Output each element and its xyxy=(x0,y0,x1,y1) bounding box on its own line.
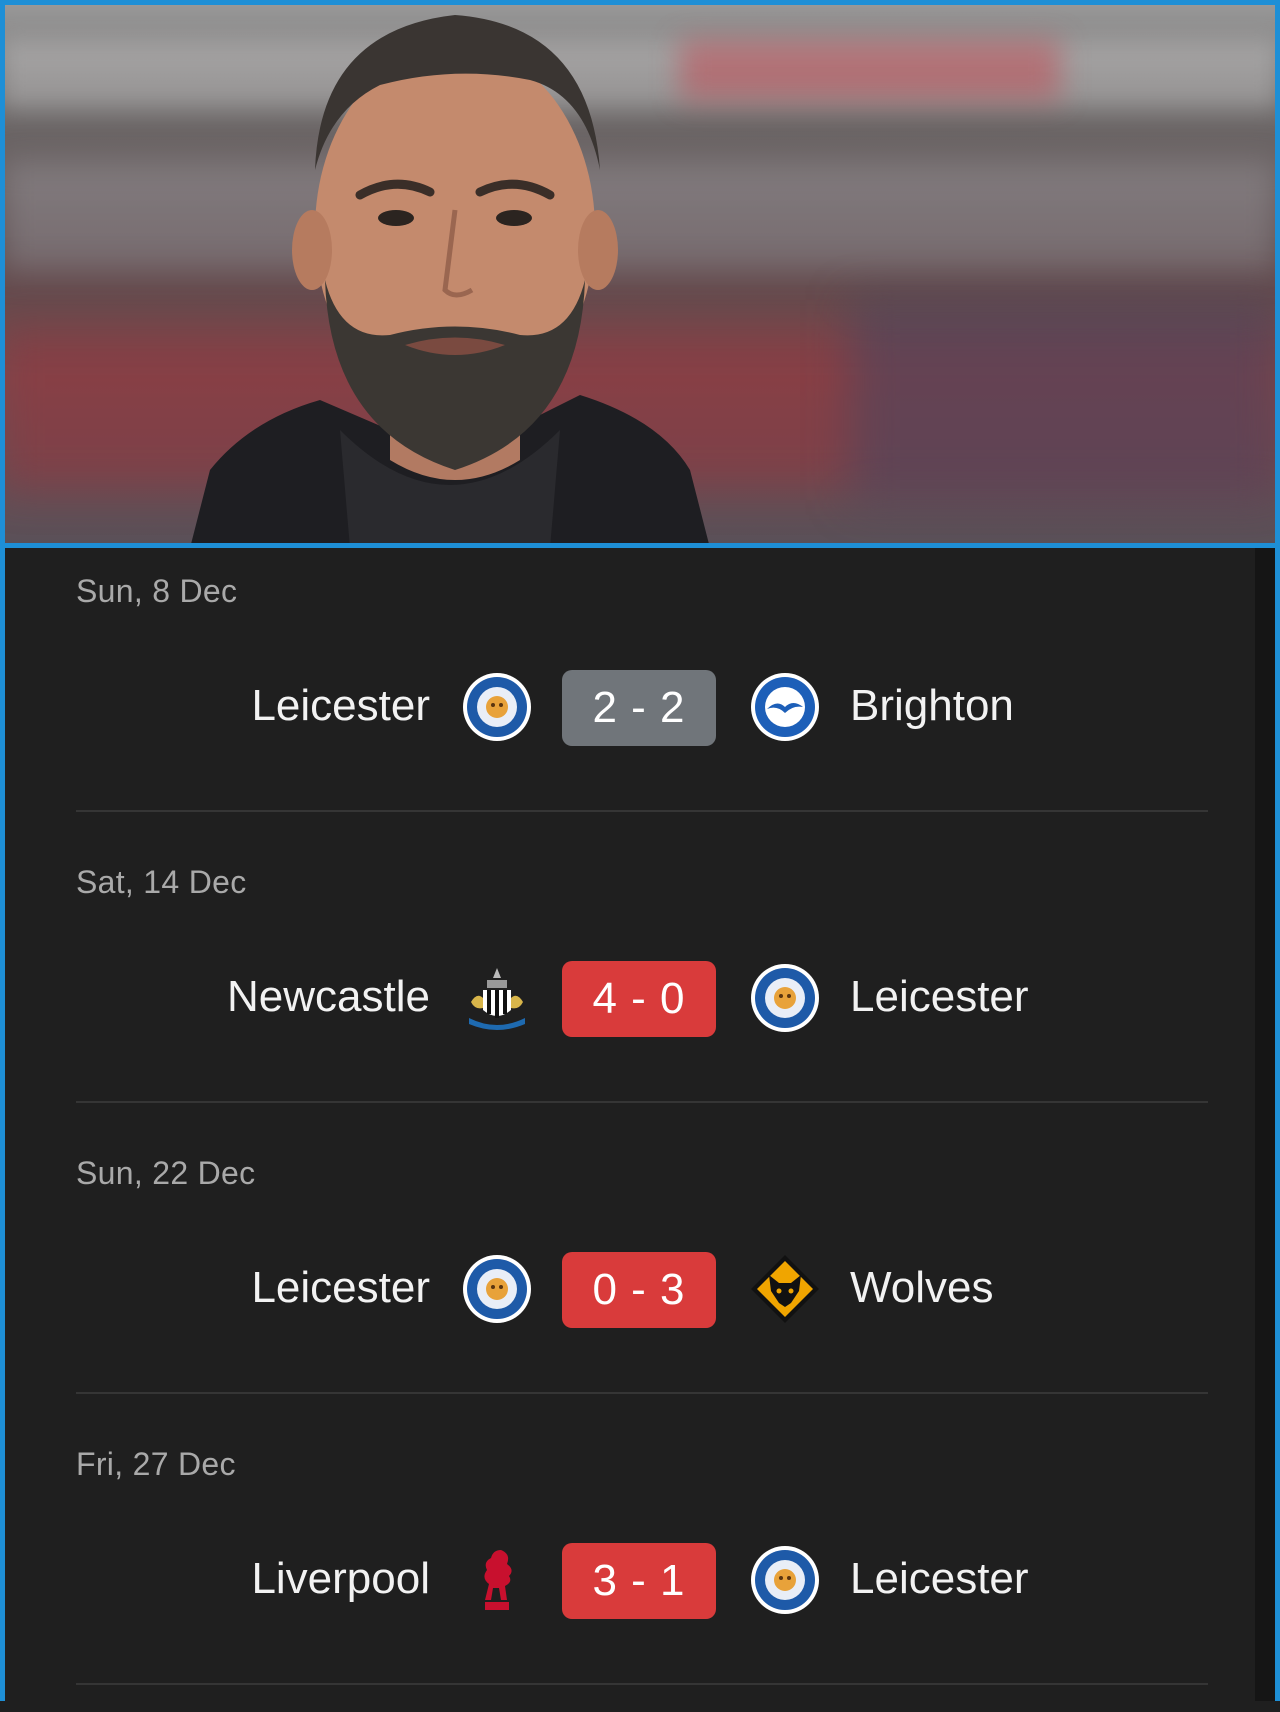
away-team: Leicester xyxy=(850,1554,1029,1603)
match-results-list: Sun, 8 Dec Leicester 2 - 2 Brighton Sat,… xyxy=(5,548,1275,1701)
score-badge: 3 - 1 xyxy=(562,1543,716,1619)
manager-photo xyxy=(191,15,709,543)
wolves-crest-icon xyxy=(751,1255,819,1323)
divider xyxy=(76,1683,1208,1685)
match-row[interactable]: Sat, 14 Dec Newcastle 4 - 0 Leicester xyxy=(5,839,1255,1130)
match-row[interactable]: Fri, 27 Dec Liverpool 3 - 1 Leicester xyxy=(5,1421,1255,1712)
divider xyxy=(76,1392,1208,1394)
score-badge: 0 - 3 xyxy=(562,1252,716,1328)
away-team: Leicester xyxy=(850,972,1029,1021)
home-team: Newcastle xyxy=(227,972,430,1021)
liverpool-crest-icon xyxy=(484,1550,512,1610)
header-photo xyxy=(0,0,1280,548)
match-row[interactable]: Sun, 8 Dec Leicester 2 - 2 Brighton xyxy=(5,548,1255,839)
newcastle-crest-icon xyxy=(469,968,525,1030)
away-team: Wolves xyxy=(850,1263,994,1312)
divider xyxy=(76,810,1208,812)
brighton-crest-icon xyxy=(751,673,819,741)
leicester-crest-icon xyxy=(463,673,531,741)
match-date: Sun, 8 Dec xyxy=(76,573,238,609)
home-team: Liverpool xyxy=(251,1554,430,1603)
home-team: Leicester xyxy=(251,681,430,730)
leicester-crest-icon xyxy=(751,964,819,1032)
match-date: Sat, 14 Dec xyxy=(76,864,247,900)
match-date: Sun, 22 Dec xyxy=(76,1155,256,1191)
score-badge: 2 - 2 xyxy=(562,670,716,746)
match-row[interactable]: Sun, 22 Dec Leicester 0 - 3 Wolves xyxy=(5,1130,1255,1421)
home-team: Leicester xyxy=(251,1263,430,1312)
score-badge: 4 - 0 xyxy=(562,961,716,1037)
away-team: Brighton xyxy=(850,681,1014,730)
leicester-crest-icon xyxy=(751,1546,819,1614)
list-edge xyxy=(1255,548,1275,1701)
leicester-crest-icon xyxy=(463,1255,531,1323)
match-date: Fri, 27 Dec xyxy=(76,1446,236,1482)
divider xyxy=(76,1101,1208,1103)
